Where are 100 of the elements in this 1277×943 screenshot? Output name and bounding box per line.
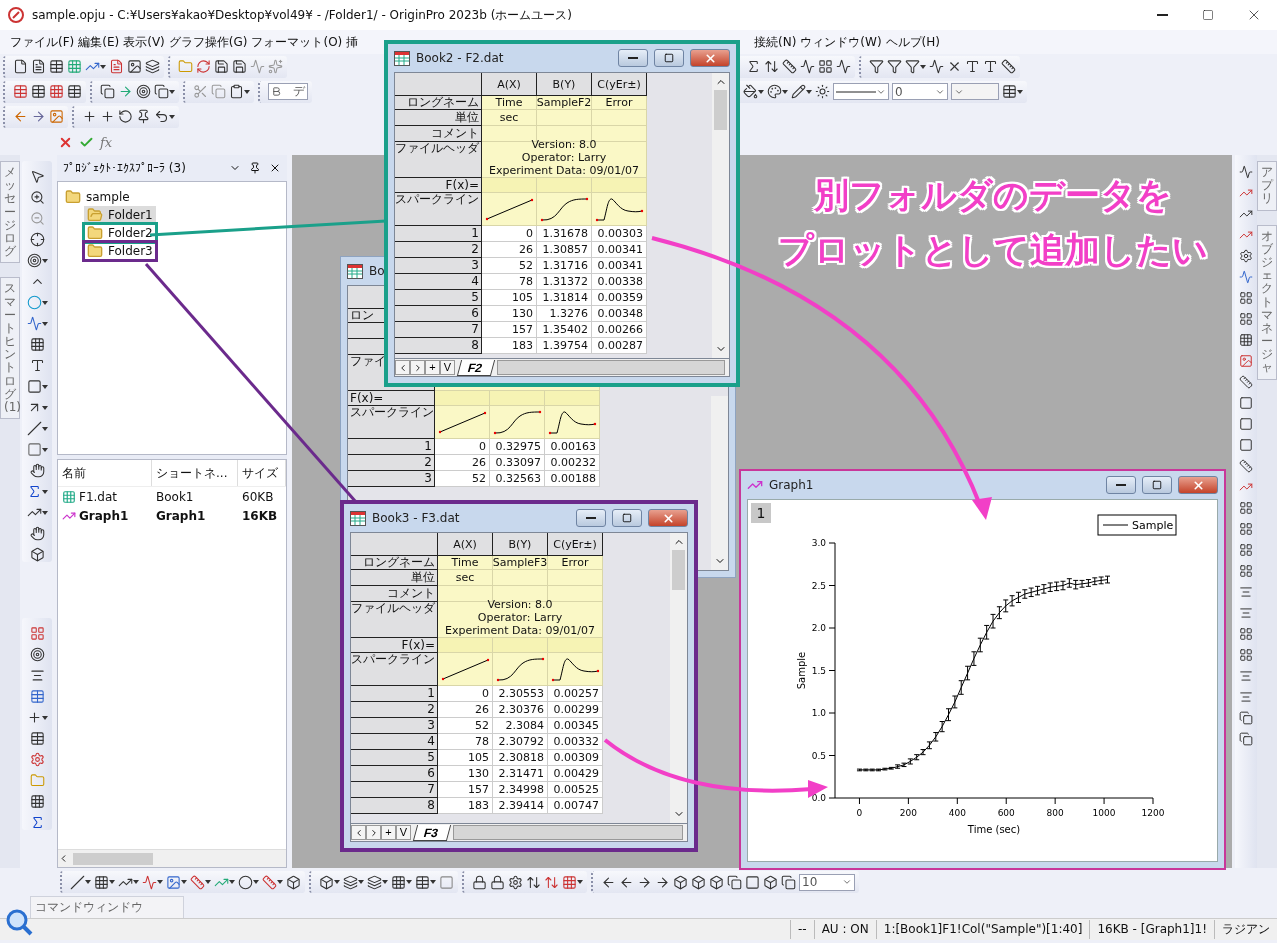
annotation-text: 別フォルダのデータを	[814, 176, 1172, 215]
side-tab[interactable]: アプリ	[1257, 161, 1277, 211]
file-header-line: Operator: Larry	[477, 611, 563, 624]
status-text: AU : ON	[813, 920, 876, 939]
row-number: 3	[351, 718, 438, 734]
row-number: 1	[348, 439, 435, 455]
list-cell-text: Book1	[155, 488, 195, 506]
table-cell: 2.30553	[493, 686, 548, 702]
table-cell: 1.31372	[537, 274, 592, 290]
menu-item[interactable]: フォーマット(O)	[249, 31, 345, 53]
sheet-tab[interactable]: F3	[412, 824, 452, 841]
column-header[interactable]: B(Y)	[493, 533, 548, 556]
tick-label: 800	[1046, 808, 1064, 818]
table-cell: 0.00338	[592, 274, 647, 290]
table-cell: 52	[482, 258, 537, 274]
table-cell: 0	[438, 686, 493, 702]
table-cell: 0.00188	[545, 471, 600, 487]
row-number: 2	[395, 242, 482, 258]
table-cell: 0.00266	[592, 322, 647, 338]
size-dropdown[interactable]: 10	[799, 873, 855, 891]
long-name-cell: Time	[482, 96, 537, 110]
sheet-nav-button[interactable]: V	[396, 825, 411, 840]
menu-item[interactable]: グラフ操作(G)	[166, 31, 250, 53]
table-cell: 157	[438, 782, 493, 798]
menu-item[interactable]: 編集(E)	[76, 31, 122, 53]
table-cell: 2.3084	[493, 718, 548, 734]
list-cell[interactable]: Graph1	[58, 506, 152, 525]
side-tab[interactable]: メッセージログ	[0, 161, 20, 264]
column-header[interactable]: A(X)	[438, 533, 493, 556]
column-header[interactable]: 名前	[58, 460, 152, 486]
column-header[interactable]: A(X)	[482, 73, 537, 96]
row-number: 7	[351, 782, 438, 798]
function-label[interactable]: fx	[100, 134, 113, 150]
menu-item[interactable]: ファイル(F)	[8, 31, 77, 53]
window-title: Book2 - F2.dat	[416, 51, 505, 65]
column-header[interactable]: C(yEr±)	[548, 533, 603, 556]
layer-tab[interactable]: 1	[751, 503, 771, 523]
table-cell: 2.31471	[493, 766, 548, 782]
table-cell: 2.30792	[493, 734, 548, 750]
table-cell: 78	[438, 734, 493, 750]
width-field[interactable]: 0	[892, 83, 948, 100]
list-cell[interactable]: F1.dat	[58, 487, 152, 506]
long-name-cell: SampleF3	[493, 556, 548, 570]
file-header-line: Experiment Data: 09/01/07	[445, 624, 595, 637]
side-tab[interactable]: オブジェクトマネージャ	[1257, 224, 1277, 380]
table-cell: 0.00341	[592, 242, 647, 258]
row-label: F(x)=	[395, 178, 482, 193]
row-label: 単位	[395, 110, 482, 126]
list-cell-text: 16KB	[241, 507, 279, 525]
table-cell: 1.31814	[537, 290, 592, 306]
table-cell: 1.31678	[537, 226, 592, 242]
table-cell: 0.00345	[548, 718, 603, 734]
row-number: 4	[395, 274, 482, 290]
tick-label: 0.0	[811, 793, 826, 803]
axis-title: Time (sec)	[967, 824, 1021, 835]
table-cell: 1.3276	[537, 306, 592, 322]
window-title: Bo	[369, 264, 385, 278]
menu-item[interactable]: 表示(V)	[121, 31, 167, 53]
tick-label: 200	[899, 808, 917, 818]
long-name-cell: Time	[438, 556, 493, 570]
column-header[interactable]: ショートネ...	[152, 460, 238, 486]
row-number: 1	[351, 686, 438, 702]
menu-item[interactable]: 接続(N)	[752, 31, 799, 53]
sheet-nav-button[interactable]: +	[425, 360, 440, 375]
table-cell: 130	[482, 306, 537, 322]
item-name: F1.dat	[79, 489, 118, 504]
file-header-line: Version: 8.0	[531, 138, 597, 151]
column-header[interactable]: C(yEr±)	[592, 73, 647, 96]
side-tab[interactable]: スマートヒントログ (1)	[0, 277, 20, 420]
font-field[interactable]: デ	[268, 83, 308, 100]
tree-item[interactable]: Folder2	[84, 224, 156, 242]
tick-label: 400	[948, 808, 966, 818]
window-title: Book3 - F3.dat	[372, 511, 461, 525]
column-header[interactable]: B(Y)	[537, 73, 592, 96]
row-number: 6	[395, 306, 482, 322]
table-cell: 26	[438, 702, 493, 718]
menu-item[interactable]: ウィンドウ(W)	[798, 31, 884, 53]
table-cell: 2.30818	[493, 750, 548, 766]
row-number: 3	[395, 258, 482, 274]
table-cell: 26	[482, 242, 537, 258]
sheet-nav-button[interactable]: +	[381, 825, 396, 840]
menu-item[interactable]: 挿	[344, 31, 361, 53]
tree-item[interactable]: Folder3	[84, 242, 156, 260]
table-cell: 0.00429	[548, 766, 603, 782]
menu-item[interactable]: ヘルプ(H)	[883, 31, 942, 53]
table-cell: 183	[438, 798, 493, 814]
sheet-tab[interactable]: F2	[456, 359, 496, 376]
table-cell: 0.00299	[548, 702, 603, 718]
window-title: Graph1	[769, 478, 815, 492]
table-cell: 0.32563	[490, 471, 545, 487]
command-window-tab[interactable]: コマンドウィンドウ	[30, 896, 184, 918]
sheet-nav-button[interactable]: V	[440, 360, 455, 375]
row-label: ロングネーム	[351, 556, 438, 570]
row-number: 1	[395, 226, 482, 242]
tree-item[interactable]: sample	[62, 188, 133, 206]
tick-label: 2.0	[811, 623, 826, 633]
table-cell: 52	[438, 718, 493, 734]
tick-label: 0.5	[811, 750, 826, 761]
table-cell: 2.39414	[493, 798, 548, 814]
column-header[interactable]: サイズ	[238, 460, 286, 486]
